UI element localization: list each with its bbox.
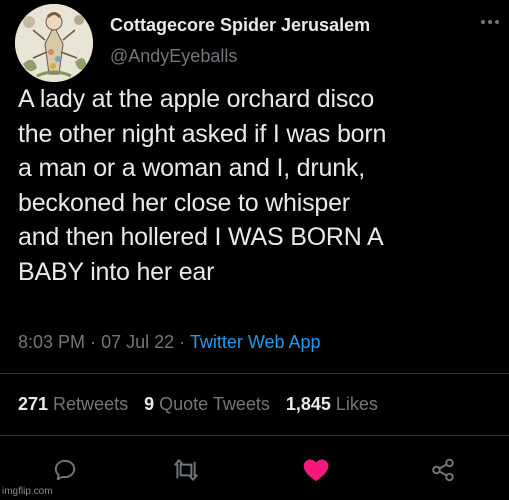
tweet-date[interactable]: 07 Jul 22 bbox=[101, 332, 174, 352]
heart-icon[interactable] bbox=[300, 454, 332, 486]
meta-separator: · bbox=[90, 332, 97, 352]
retweet-icon[interactable] bbox=[170, 454, 202, 486]
tweet-line: beckoned her close to whisper bbox=[18, 188, 350, 217]
tweet-meta: 8:03 PM · 07 Jul 22 · Twitter Web App bbox=[18, 332, 321, 353]
likes-stat[interactable]: 1,845 Likes bbox=[286, 394, 378, 415]
more-options-icon[interactable] bbox=[478, 10, 502, 34]
likes-label: Likes bbox=[335, 394, 378, 414]
meta-separator: · bbox=[179, 332, 186, 352]
share-icon[interactable] bbox=[427, 454, 459, 486]
tweet-text: A lady at the apple orchard disco the ot… bbox=[18, 82, 502, 289]
divider bbox=[0, 435, 509, 436]
retweets-stat[interactable]: 271 Retweets bbox=[18, 394, 128, 415]
quote-tweets-stat[interactable]: 9 Quote Tweets bbox=[144, 394, 270, 415]
user-handle[interactable]: @AndyEyeballs bbox=[110, 46, 237, 67]
tweet-line: a man or a woman and I, drunk, bbox=[18, 154, 365, 182]
tweet-card: Cottagecore Spider Jerusalem @AndyEyebal… bbox=[0, 0, 509, 500]
watermark: imgflip.com bbox=[2, 486, 53, 497]
tweet-line: A lady at the apple orchard disco bbox=[18, 85, 375, 113]
tweet-stats: 271 Retweets 9 Quote Tweets 1,845 Likes bbox=[18, 394, 378, 415]
tweet-line: and then hollered I WAS BORN A bbox=[18, 223, 384, 251]
likes-count: 1,845 bbox=[285, 394, 331, 414]
tweet-source-link[interactable]: Twitter Web App bbox=[190, 332, 321, 352]
action-bar bbox=[0, 450, 509, 490]
reply-icon[interactable] bbox=[49, 454, 81, 486]
display-name[interactable]: Cottagecore Spider Jerusalem bbox=[110, 15, 370, 36]
tweet-line: BABY into her ear bbox=[18, 257, 215, 286]
retweets-count: 271 bbox=[18, 394, 49, 414]
quote-tweets-count: 9 bbox=[144, 394, 155, 414]
avatar[interactable] bbox=[15, 4, 93, 82]
divider bbox=[0, 373, 509, 374]
tweet-time[interactable]: 8:03 PM bbox=[18, 332, 85, 352]
retweets-label: Retweets bbox=[53, 394, 129, 414]
tweet-line: the other night asked if I was born bbox=[18, 119, 387, 148]
quote-tweets-label: Quote Tweets bbox=[159, 394, 270, 414]
